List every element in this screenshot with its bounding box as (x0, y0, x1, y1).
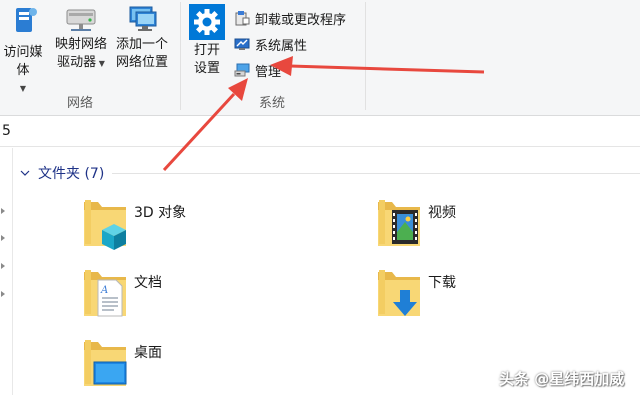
expand-arrow-icon[interactable] (1, 263, 5, 269)
downloads-folder-icon (378, 270, 420, 316)
system-properties-icon (234, 38, 250, 50)
folder-item-downloads[interactable]: 下载 (374, 266, 456, 324)
manage-label: 管理 (255, 64, 282, 80)
documents-folder-icon: A (84, 270, 126, 317)
folder-item-videos[interactable]: 视频 (374, 196, 456, 254)
map-network-drive-button[interactable]: 映射网络 驱动器 ▼ (50, 4, 112, 73)
access-media-label: 访问媒体 (3, 45, 43, 78)
folder-label: 下载 (428, 275, 456, 291)
uninstall-program-button[interactable]: 卸载或更改程序 (234, 7, 346, 29)
folder-label: 桌面 (134, 345, 162, 361)
address-text: 5 (2, 123, 11, 139)
dropdown-caret-icon: ▼ (19, 84, 27, 93)
folder-item-documents[interactable]: A 文档 (80, 266, 162, 324)
folders-section-header[interactable]: 文件夹 (7) (20, 163, 104, 183)
navigation-pane (0, 148, 13, 395)
expand-arrow-icon[interactable] (1, 208, 5, 214)
computer-management-icon (234, 63, 250, 77)
folder-label: 视频 (428, 205, 456, 221)
system-group-label: 系统 (258, 96, 285, 111)
uninstall-label: 卸载或更改程序 (255, 12, 347, 28)
gear-icon (189, 4, 225, 40)
access-media-button[interactable]: 访问媒体 ▼ (0, 4, 48, 98)
section-title: 文件夹 (7) (38, 166, 105, 182)
settings-label-2: 设置 (193, 61, 220, 76)
network-group-label: 网络 (66, 96, 93, 111)
folder-label: 3D 对象 (134, 205, 187, 221)
ribbon-separator (180, 2, 181, 110)
system-properties-button[interactable]: 系统属性 (234, 33, 307, 55)
add-location-label-1: 添加一个 (115, 37, 168, 52)
manage-button[interactable]: 管理 (234, 59, 281, 81)
3d-objects-folder-icon (84, 200, 126, 250)
open-settings-button[interactable]: 打开 设置 (186, 4, 228, 78)
uninstall-program-icon (235, 11, 250, 26)
desktop-folder-icon (84, 340, 127, 386)
folder-item-3d-objects[interactable]: 3D 对象 (80, 196, 186, 254)
settings-label-1: 打开 (193, 43, 220, 58)
add-location-label-2: 网络位置 (115, 55, 168, 70)
ribbon-separator (365, 2, 366, 110)
chevron-down-icon (20, 170, 30, 176)
svg-text:A: A (100, 285, 108, 296)
videos-folder-icon (378, 200, 420, 246)
system-properties-label: 系统属性 (255, 38, 308, 54)
map-drive-label-1: 映射网络 (54, 37, 107, 52)
network-drive-icon (66, 9, 96, 31)
add-network-location-button[interactable]: 添加一个 网络位置 (112, 4, 172, 72)
watermark: 头条 @星纬西加威 (499, 370, 625, 388)
section-divider (112, 173, 640, 174)
folder-label: 文档 (134, 275, 162, 291)
network-location-icon (129, 6, 157, 31)
expand-arrow-icon[interactable] (1, 235, 5, 241)
dropdown-caret-icon: ▼ (96, 59, 105, 68)
address-bar[interactable]: 5 (0, 117, 640, 147)
folder-item-desktop[interactable]: 桌面 (80, 336, 162, 394)
expand-arrow-icon[interactable] (1, 291, 5, 297)
ribbon: 访问媒体 ▼ 映射网络 驱动器 ▼ 添加一个 网络位置 网络 打开 设置 卸载或… (0, 0, 640, 116)
media-server-icon (16, 8, 37, 32)
map-drive-label-2: 驱动器 (57, 55, 97, 70)
